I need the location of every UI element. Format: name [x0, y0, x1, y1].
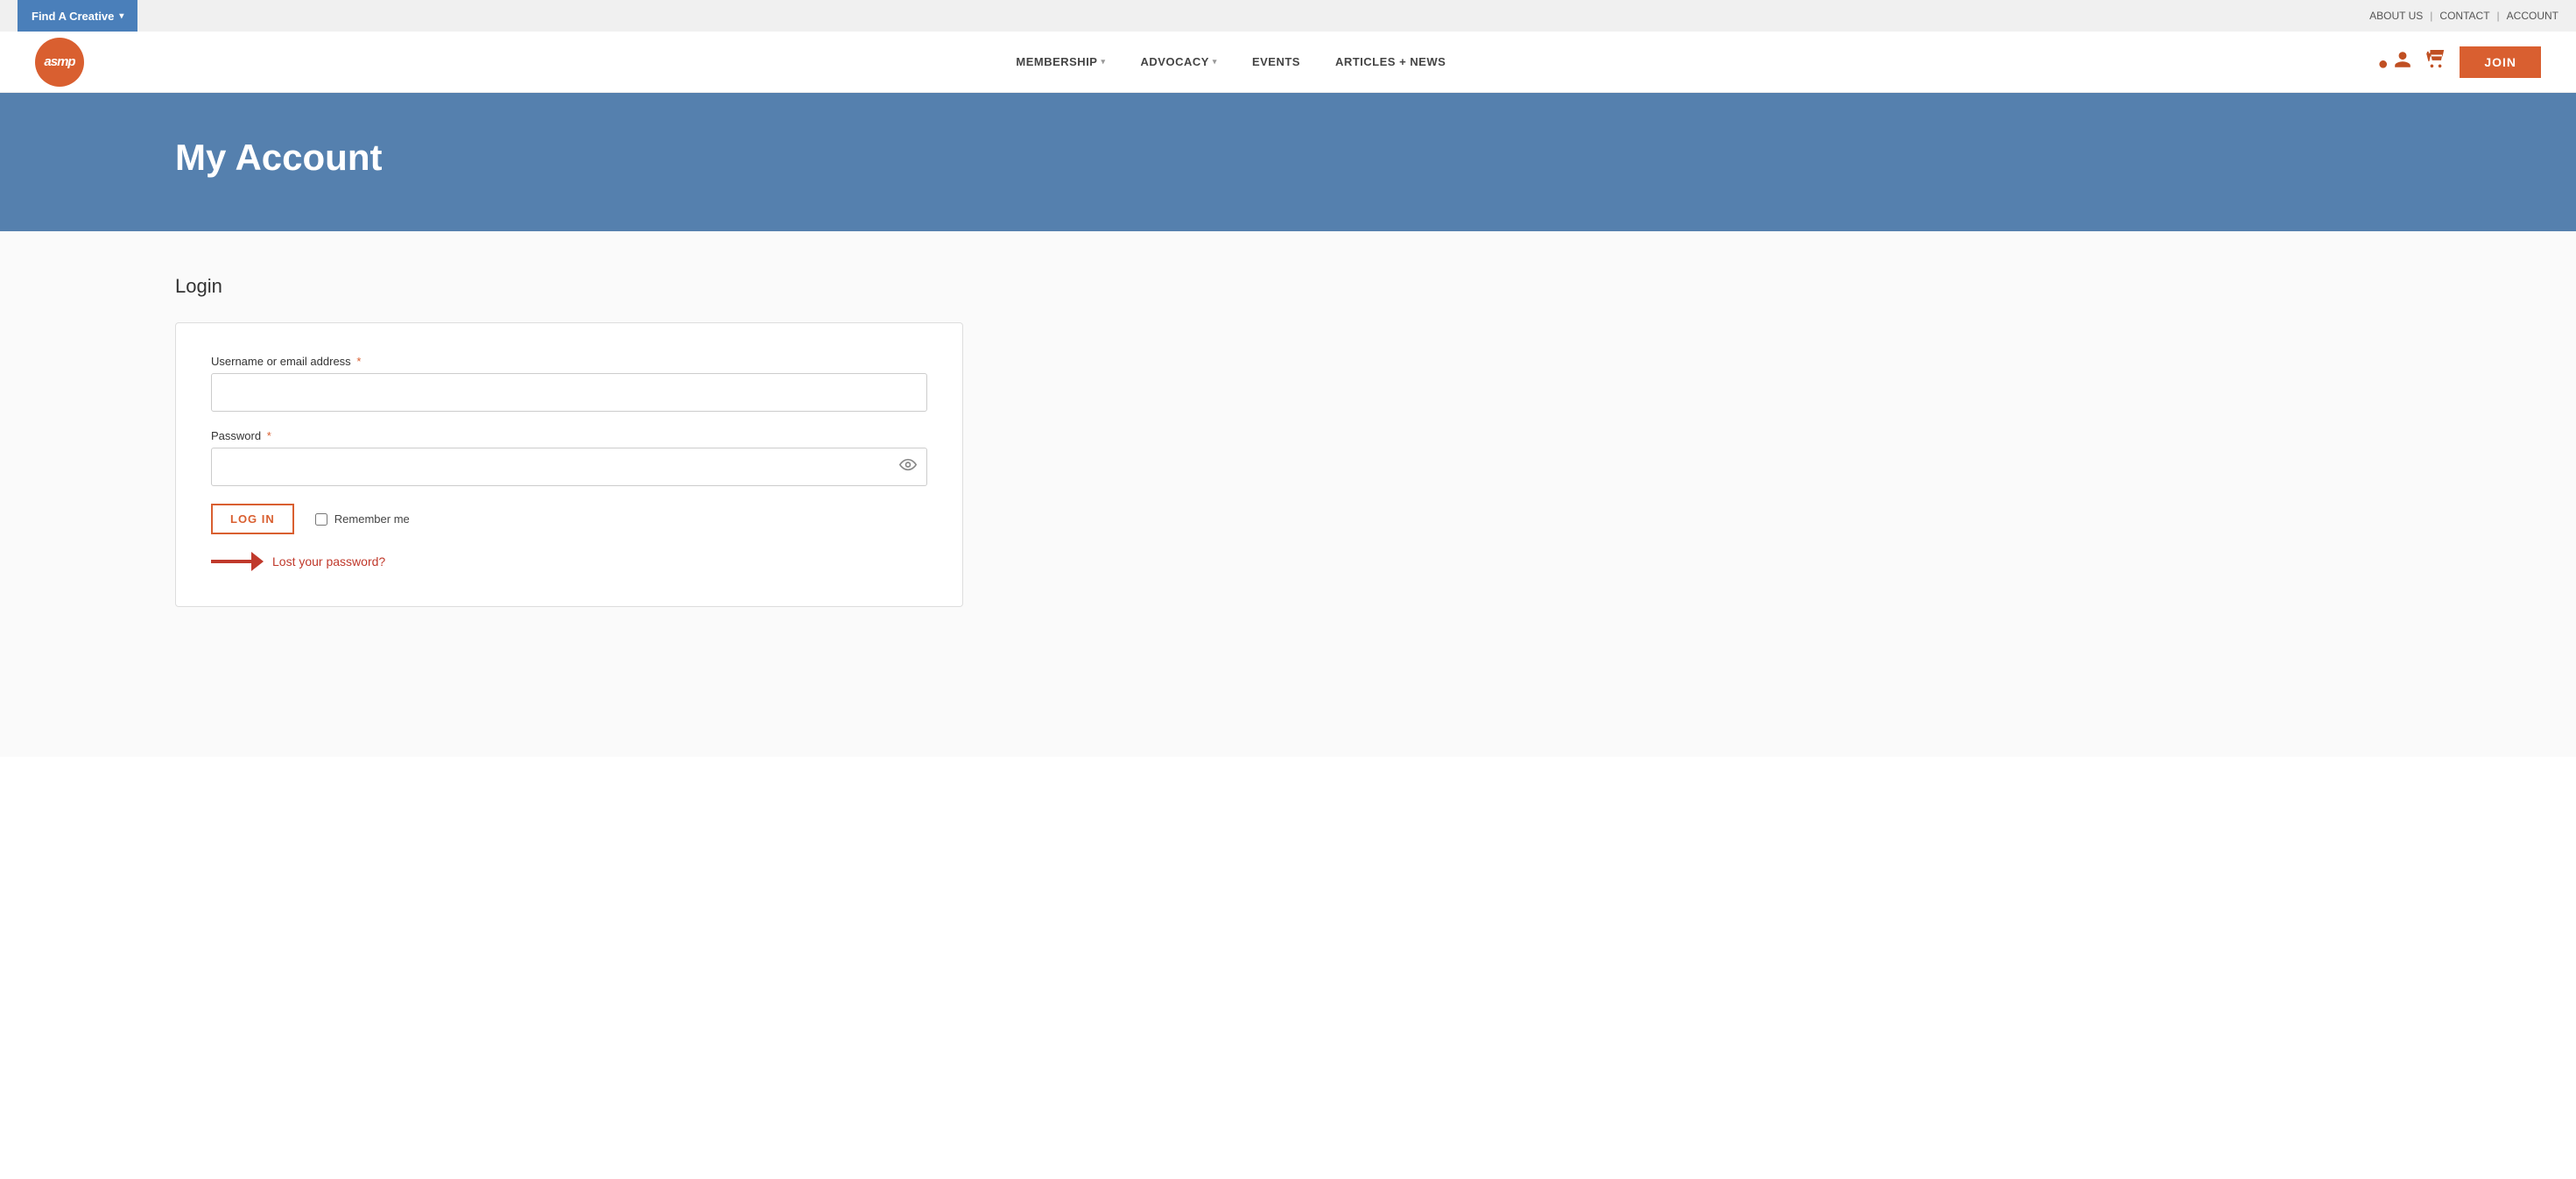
logo-circle: asmp	[35, 38, 84, 87]
main-nav: asmp MEMBERSHIP ▾ ADVOCACY ▾ EVENTS ARTI…	[0, 32, 2576, 93]
nav-membership-label: MEMBERSHIP	[1016, 55, 1097, 68]
password-group: Password *	[211, 429, 927, 486]
login-title: Login	[175, 275, 2541, 298]
nav-events-label: EVENTS	[1252, 55, 1300, 68]
actions-row: LOG IN Remember me	[211, 504, 927, 534]
nav-advocacy-label: ADVOCACY	[1141, 55, 1209, 68]
top-bar-nav: ABOUT US | CONTACT | ACCOUNT	[2369, 10, 2558, 22]
password-required: *	[267, 429, 271, 442]
username-group: Username or email address *	[211, 355, 927, 412]
remember-checkbox[interactable]	[315, 513, 327, 526]
page-content: Login Username or email address * Passwo…	[0, 231, 2576, 757]
toggle-password-icon[interactable]	[899, 456, 917, 478]
username-label: Username or email address *	[211, 355, 927, 368]
top-bar: Find A Creative ▾ ABOUT US | CONTACT | A…	[0, 0, 2576, 32]
lost-password-link[interactable]: Lost your password?	[272, 554, 385, 568]
advocacy-chevron-icon: ▾	[1213, 57, 1217, 67]
lost-password-row: Lost your password?	[211, 552, 927, 571]
find-creative-button[interactable]: Find A Creative ▾	[18, 0, 137, 32]
nav-articles[interactable]: ARTICLES + NEWS	[1335, 55, 1446, 68]
nav-links: MEMBERSHIP ▾ ADVOCACY ▾ EVENTS ARTICLES …	[84, 55, 2378, 68]
nav-right: ● JOIN	[2378, 46, 2541, 78]
sep2: |	[2497, 10, 2500, 22]
login-button[interactable]: LOG IN	[211, 504, 294, 534]
nav-advocacy[interactable]: ADVOCACY ▾	[1141, 55, 1217, 68]
user-icon[interactable]: ●	[2378, 50, 2413, 74]
sep1: |	[2430, 10, 2432, 22]
find-creative-label: Find A Creative	[32, 10, 114, 23]
contact-link[interactable]: CONTACT	[2439, 10, 2489, 22]
nav-articles-label: ARTICLES + NEWS	[1335, 55, 1446, 68]
hero-banner: My Account	[0, 93, 2576, 231]
account-link[interactable]: ACCOUNT	[2507, 10, 2558, 22]
arrow-right-icon	[211, 552, 264, 571]
remember-me-text: Remember me	[334, 512, 410, 526]
remember-me-label[interactable]: Remember me	[315, 512, 410, 526]
logo-text: asmp	[44, 54, 74, 69]
hero-title: My Account	[175, 137, 382, 179]
membership-chevron-icon: ▾	[1101, 57, 1105, 67]
about-link[interactable]: ABOUT US	[2369, 10, 2423, 22]
nav-events[interactable]: EVENTS	[1252, 55, 1300, 68]
password-label: Password *	[211, 429, 927, 442]
logo[interactable]: asmp	[35, 38, 84, 87]
login-card: Username or email address * Password *	[175, 322, 963, 607]
password-input[interactable]	[211, 448, 927, 486]
cart-icon[interactable]	[2426, 50, 2446, 74]
find-creative-chevron-icon: ▾	[119, 11, 123, 21]
password-wrapper	[211, 448, 927, 486]
nav-membership[interactable]: MEMBERSHIP ▾	[1016, 55, 1105, 68]
join-button[interactable]: JOIN	[2460, 46, 2541, 78]
username-input[interactable]	[211, 373, 927, 412]
username-required: *	[356, 355, 361, 368]
